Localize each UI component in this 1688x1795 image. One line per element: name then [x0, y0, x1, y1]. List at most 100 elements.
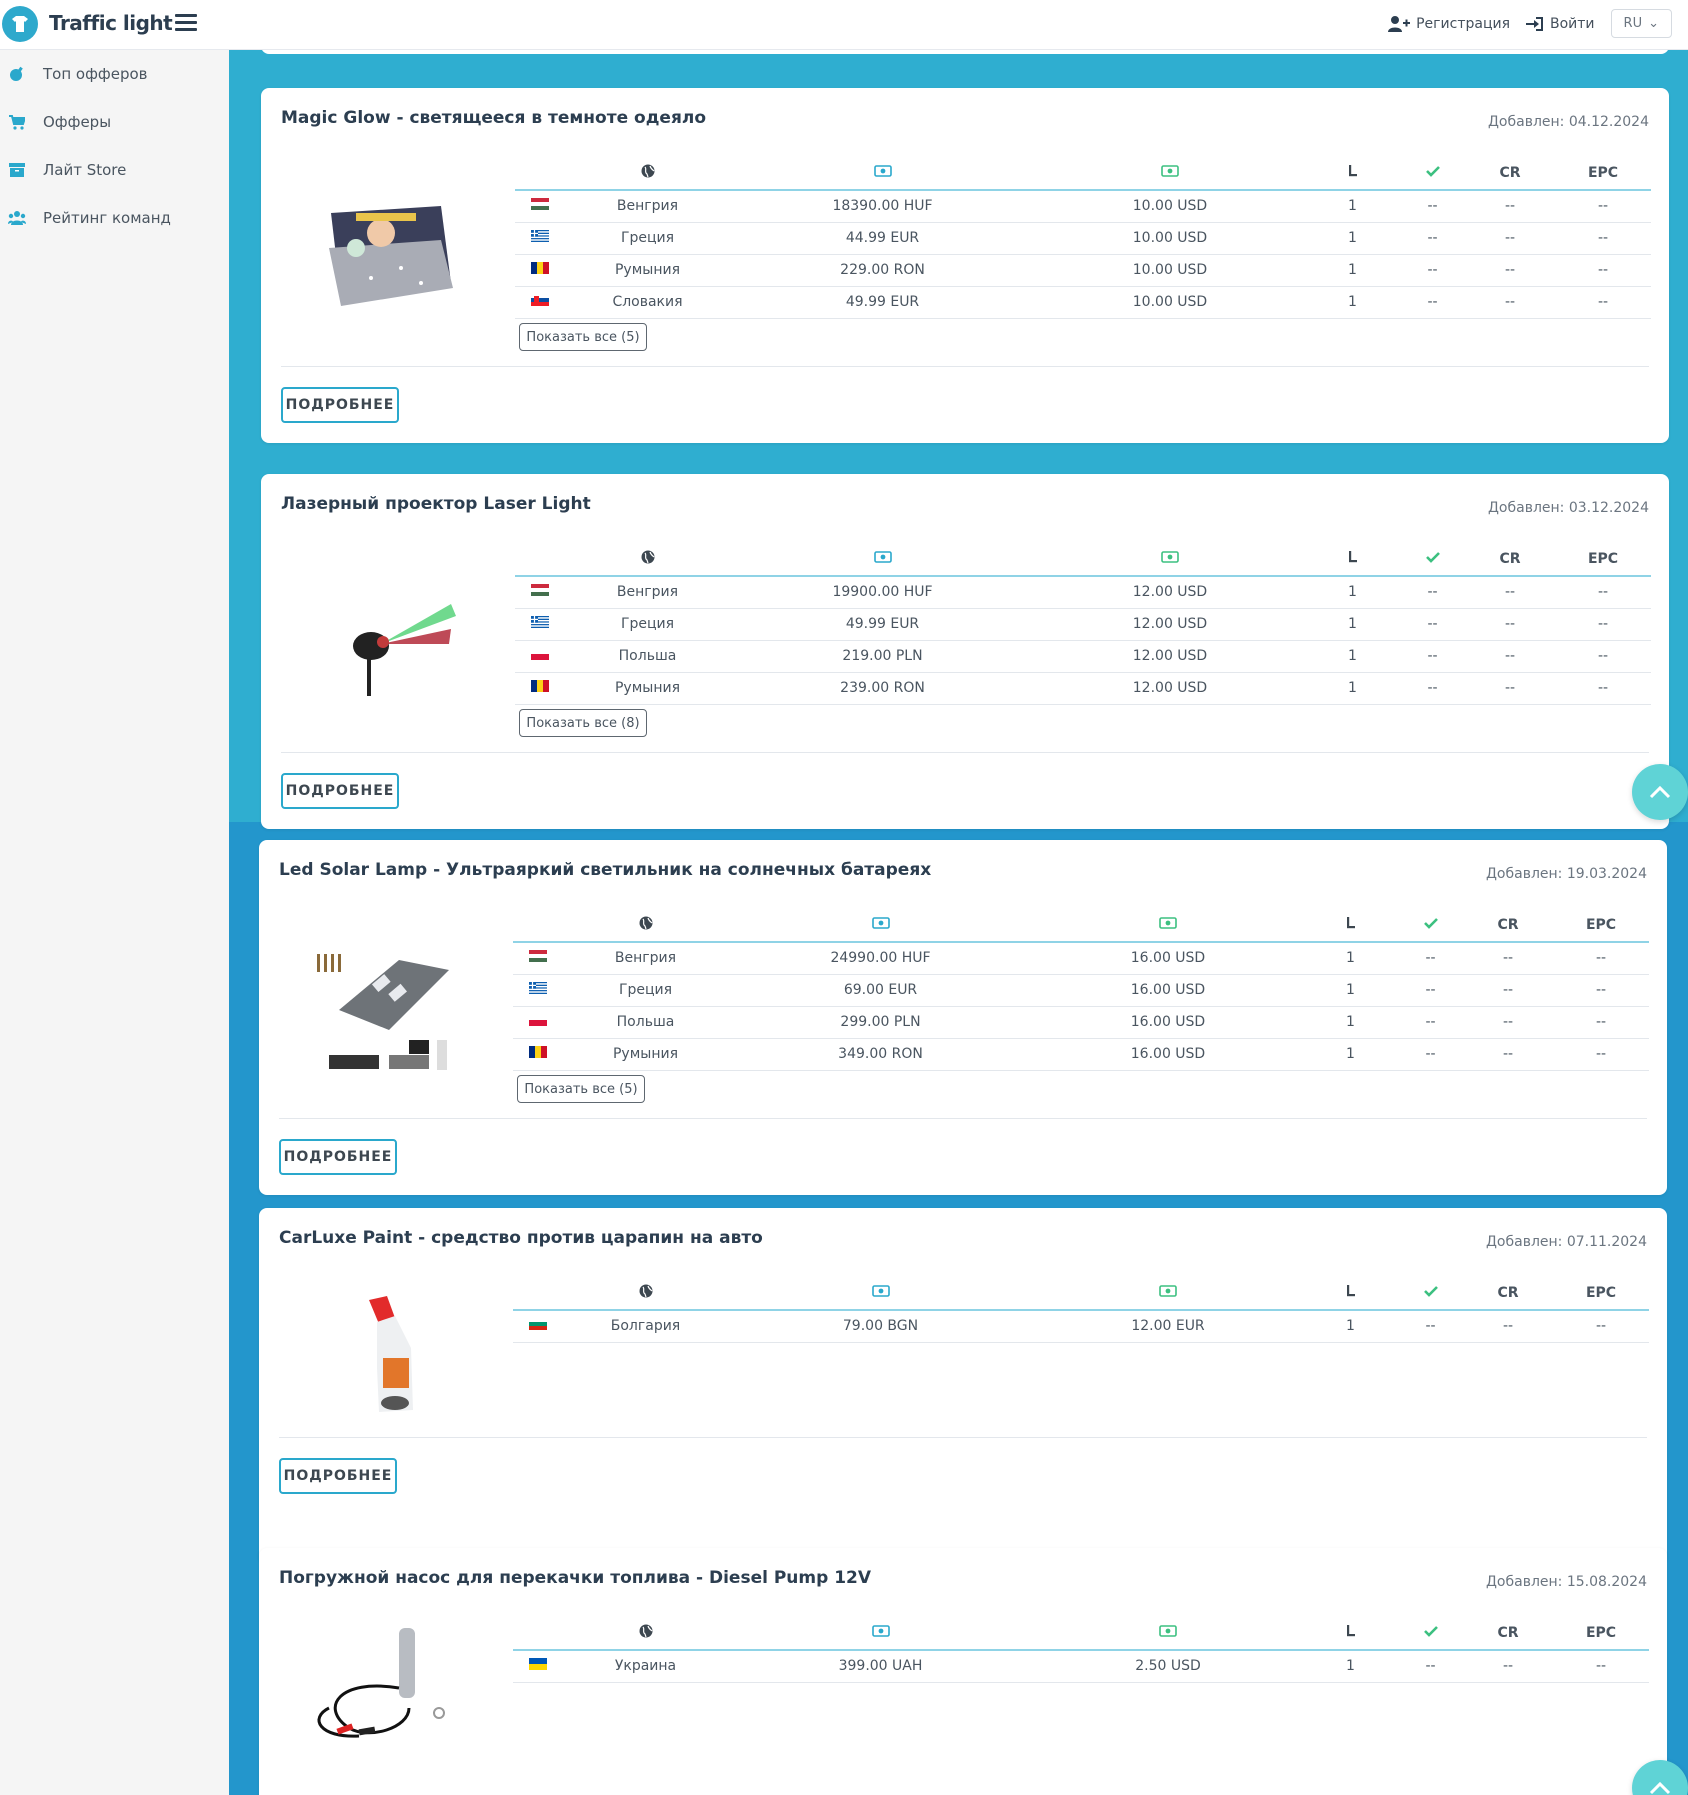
- money-icon: [1161, 550, 1179, 563]
- cr-header: CR: [1463, 1276, 1553, 1311]
- approve-header: [1398, 1616, 1463, 1651]
- language-select[interactable]: RU ⌄: [1610, 9, 1672, 38]
- offer-title[interactable]: Magic Glow - светящееся в темноте одеяло: [281, 108, 706, 128]
- country-flag-icon: [513, 942, 563, 975]
- table-row: Румыния 229.00 RON 10.00 USD 1 -- -- --: [515, 254, 1651, 287]
- offer-date: Добавлен: 07.11.2024: [1485, 1234, 1647, 1250]
- level-cell: 1: [1305, 254, 1400, 287]
- offer-title[interactable]: Led Solar Lamp - Ультраяркий светильник …: [279, 860, 931, 880]
- epc-cell: --: [1553, 1650, 1649, 1683]
- table-row: Украина 399.00 UAH 2.50 USD 1 -- -- --: [513, 1650, 1649, 1683]
- table-row: Польша 299.00 PLN 16.00 USD 1 -- -- --: [513, 1006, 1649, 1039]
- level-cell: 1: [1305, 608, 1400, 641]
- offer-geo-table: CR EPC Венгрия 19900.00 HUF 12.00 USD 1 …: [515, 542, 1651, 705]
- offer-geo-table: CR EPC Украина 399.00 UAH 2.50 USD 1 -- …: [513, 1616, 1649, 1683]
- sidebar: Топ офферов Офферы Лайт Store Рейтинг ко…: [0, 50, 229, 1795]
- product-image-laser-projector: [301, 574, 461, 704]
- country-cell: Венгрия: [565, 576, 730, 609]
- show-all-button[interactable]: Показать все (5): [517, 1075, 645, 1103]
- payout-cell: 2.50 USD: [1033, 1650, 1303, 1683]
- show-all-button[interactable]: Показать все (8): [519, 709, 647, 737]
- chevron-up-icon: [1649, 785, 1671, 799]
- offer-title[interactable]: Лазерный проектор Laser Light: [281, 494, 591, 514]
- table-row: Греция 49.99 EUR 12.00 USD 1 -- -- --: [515, 608, 1651, 641]
- table-row: Словакия 49.99 EUR 10.00 USD 1 -- -- --: [515, 286, 1651, 319]
- country-cell: Румыния: [563, 1038, 728, 1071]
- country-cell: Греция: [565, 608, 730, 641]
- cr-header: CR: [1463, 1616, 1553, 1651]
- details-button[interactable]: ПОДРОБНЕЕ: [281, 773, 399, 809]
- cr-cell: --: [1463, 1310, 1553, 1343]
- check-icon: [1423, 917, 1438, 929]
- epc-header: EPC: [1555, 156, 1651, 191]
- level-header: [1305, 156, 1400, 191]
- price-cell: 19900.00 HUF: [730, 576, 1035, 609]
- country-flag-icon: [513, 1006, 563, 1039]
- payout-cell: 12.00 USD: [1035, 672, 1305, 705]
- menu-toggle-icon[interactable]: [175, 14, 197, 34]
- money-icon: [1161, 164, 1179, 177]
- cr-header: CR: [1463, 908, 1553, 943]
- offer-title[interactable]: Погружной насос для перекачки топлива - …: [279, 1568, 871, 1588]
- level-icon: [1346, 1284, 1355, 1296]
- sidebar-item-offers[interactable]: Офферы: [0, 98, 229, 146]
- payout-cell: 16.00 USD: [1033, 942, 1303, 975]
- app-name[interactable]: Traffic light: [49, 11, 173, 35]
- epc-header: EPC: [1555, 542, 1651, 577]
- chevron-up-icon: [1649, 1781, 1671, 1795]
- offer-card: Погружной насос для перекачки топлива - …: [259, 1548, 1667, 1795]
- country-cell: Украина: [563, 1650, 728, 1683]
- offer-title[interactable]: CarLuxe Paint - средство против царапин …: [279, 1228, 763, 1248]
- price-cell: 49.99 EUR: [730, 608, 1035, 641]
- details-button[interactable]: ПОДРОБНЕЕ: [279, 1458, 397, 1494]
- approve-cell: --: [1400, 608, 1465, 641]
- country-cell: Словакия: [565, 286, 730, 319]
- offer-card: Лазерный проектор Laser Light Добавлен: …: [261, 474, 1669, 829]
- chevron-down-icon: ⌄: [1648, 16, 1659, 31]
- country-cell: Польша: [565, 640, 730, 673]
- level-cell: 1: [1305, 576, 1400, 609]
- approve-cell: --: [1400, 222, 1465, 255]
- cr-header: CR: [1465, 156, 1555, 191]
- user-plus-icon: [1388, 15, 1411, 32]
- login-link[interactable]: Войти: [1526, 16, 1595, 32]
- epc-cell: --: [1553, 1038, 1649, 1071]
- country-flag-icon: [513, 1310, 563, 1343]
- details-button[interactable]: ПОДРОБНЕЕ: [281, 387, 399, 423]
- epc-cell: --: [1555, 640, 1651, 673]
- money-icon: [871, 1284, 890, 1297]
- approve-header: [1400, 542, 1465, 577]
- level-header: [1303, 1616, 1398, 1651]
- details-button[interactable]: ПОДРОБНЕЕ: [279, 1139, 397, 1175]
- level-cell: 1: [1303, 1038, 1398, 1071]
- cr-cell: --: [1465, 640, 1555, 673]
- money-icon: [1159, 1624, 1177, 1637]
- scroll-to-top-button[interactable]: [1632, 764, 1688, 820]
- cr-cell: --: [1463, 1650, 1553, 1683]
- logo-icon[interactable]: [2, 6, 38, 42]
- sidebar-item-lite-store[interactable]: Лайт Store: [0, 146, 229, 194]
- epc-cell: --: [1553, 1006, 1649, 1039]
- globe-icon: [641, 550, 654, 563]
- price-cell: 18390.00 HUF: [730, 190, 1035, 223]
- level-cell: 1: [1305, 190, 1400, 223]
- approve-cell: --: [1398, 1038, 1463, 1071]
- approve-header: [1398, 1276, 1463, 1311]
- country-cell: Греция: [563, 974, 728, 1007]
- price-header: [730, 542, 1035, 577]
- table-row: Венгрия 18390.00 HUF 10.00 USD 1 -- -- -…: [515, 190, 1651, 223]
- country-cell: Румыния: [565, 672, 730, 705]
- sidebar-item-team-rating[interactable]: Рейтинг команд: [0, 194, 229, 242]
- offer-geo-table: CR EPC Венгрия 24990.00 HUF 16.00 USD 1 …: [513, 908, 1649, 1071]
- approve-cell: --: [1400, 254, 1465, 287]
- epc-cell: --: [1555, 672, 1651, 705]
- geo-header: [563, 908, 728, 943]
- sidebar-item-top-offers[interactable]: Топ офферов: [0, 50, 229, 98]
- country-flag-icon: [515, 254, 565, 287]
- payout-cell: 16.00 USD: [1033, 1006, 1303, 1039]
- price-cell: 299.00 PLN: [728, 1006, 1033, 1039]
- country-cell: Румыния: [565, 254, 730, 287]
- country-flag-icon: [515, 190, 565, 223]
- register-link[interactable]: Регистрация: [1388, 15, 1510, 32]
- show-all-button[interactable]: Показать все (5): [519, 323, 647, 351]
